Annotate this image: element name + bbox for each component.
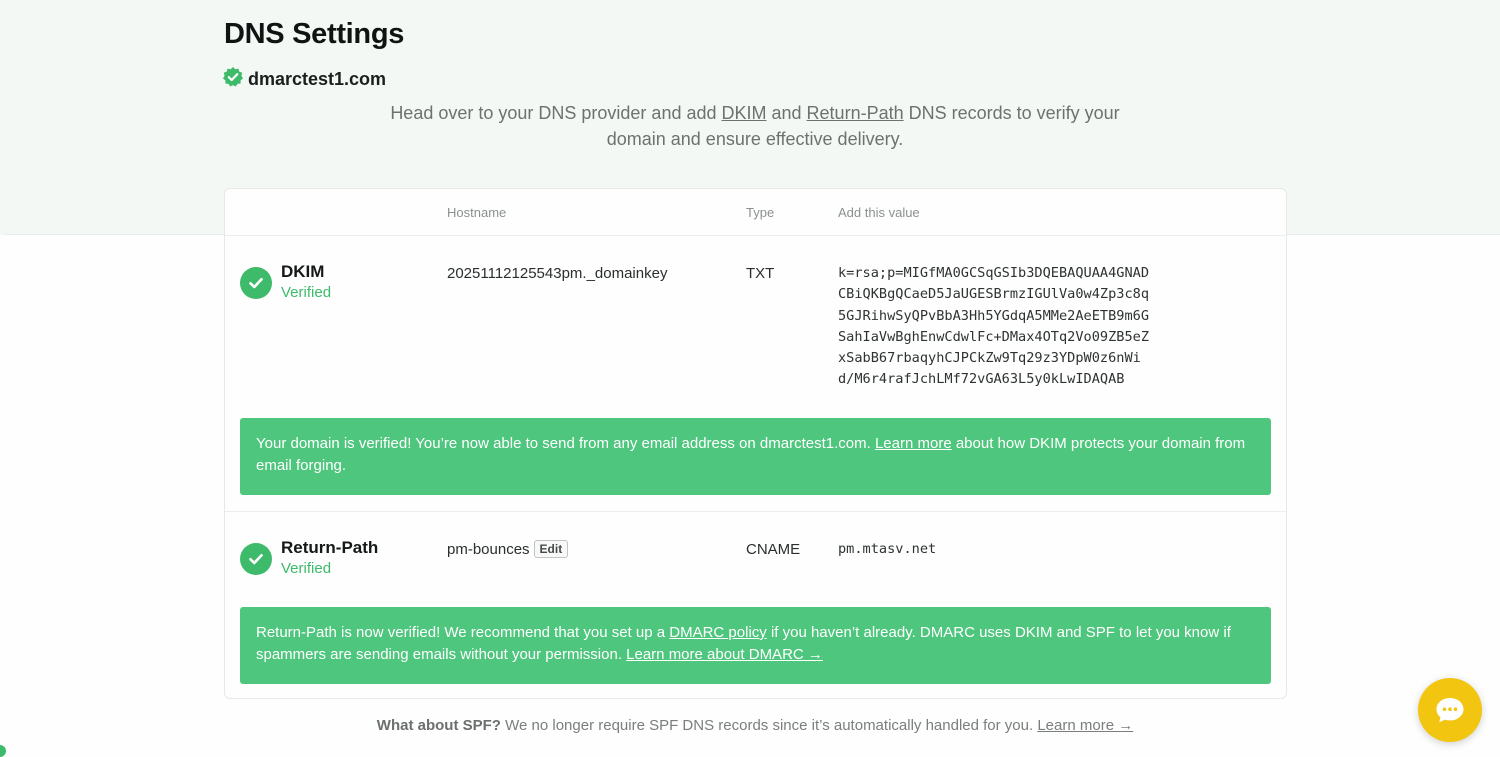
verified-badge-icon: [222, 66, 244, 93]
return-path-check-icon: [240, 543, 272, 575]
dkim-type: TXT: [746, 265, 775, 282]
dkim-value-line: CBiQKBgQCaeD5JaUGESBrmzIGUlVa0w4Zp3c8q: [838, 286, 1149, 303]
dkim-record-name: DKIM: [281, 262, 325, 281]
type-column-header: Type: [746, 205, 775, 220]
spf-note-text: We no longer require SPF DNS records sin…: [500, 717, 1038, 734]
intro-text-part: Head over to your DNS provider and add: [390, 103, 722, 123]
dkim-value[interactable]: k=rsa;p=MIGfMA0GCSqGSIb3DQEBAQUAA4GNAD CB…: [838, 263, 1149, 391]
dkim-verified-banner: Your domain is verified! You’re now able…: [240, 418, 1271, 495]
return-path-value[interactable]: pm.mtasv.net: [838, 539, 936, 560]
intro-text: Head over to your DNS provider and add D…: [380, 100, 1130, 152]
domain-heading: dmarctest1.com: [222, 66, 386, 93]
dkim-value-line: xSabB67rbaqyhCJPCkZw9Tq29z3YDpW0z6nWi: [838, 350, 1141, 367]
intro-text-part: and: [766, 103, 807, 123]
row-divider: [225, 511, 1286, 512]
banner-text: Your domain is verified! You’re now able…: [256, 435, 875, 452]
dkim-value-line: k=rsa;p=MIGfMA0GCSqGSIb3DQEBAQUAA4GNAD: [838, 265, 1149, 281]
dkim-link[interactable]: DKIM: [722, 103, 767, 123]
edit-hostname-button[interactable]: Edit: [533, 540, 569, 558]
spf-question: What about SPF?: [376, 717, 501, 734]
page-title: DNS Settings: [224, 18, 405, 50]
dmarc-policy-link[interactable]: DMARC policy: [669, 624, 767, 641]
dkim-status: Verified: [281, 284, 332, 301]
dns-records-card: Hostname Type Add this value DKIM Verifi…: [224, 188, 1287, 699]
learn-more-dmarc-link[interactable]: Learn more about DMARC →: [626, 646, 823, 663]
header-divider: [225, 235, 1286, 236]
dkim-value-line: SahIaVwBghEnwCdwlFc+DMax4OTq2Vo09ZB5eZ: [838, 328, 1149, 345]
domain-name: dmarctest1.com: [248, 69, 387, 89]
spf-footer-note: What about SPF? We no longer require SPF…: [0, 717, 1500, 734]
dkim-value-line: 5GJRihwSyQPvBbA3Hh5YGdqA5MMe2AeETB9m6G: [838, 307, 1149, 324]
hostname-column-header: Hostname: [447, 205, 507, 220]
dkim-value-line: d/M6r4rafJchLMf72vGA63L5y0kLwIDAQAB: [838, 371, 1125, 388]
corner-indicator: [0, 745, 6, 757]
return-path-verified-banner: Return-Path is now verified! We recommen…: [240, 607, 1271, 684]
dkim-check-icon: [240, 267, 272, 299]
chat-bubble-icon[interactable]: [1418, 678, 1482, 742]
return-path-status: Verified: [281, 560, 332, 577]
value-column-header: Add this value: [838, 205, 920, 220]
return-path-link[interactable]: Return-Path: [807, 103, 904, 123]
spf-learn-more-link[interactable]: Learn more →: [1037, 717, 1133, 734]
banner-text: Return-Path is now verified! We recommen…: [256, 624, 670, 641]
window-edge: [0, 0, 5, 757]
return-path-hostname-cell: pm-bounces Edit: [447, 540, 569, 558]
return-path-record-name: Return-Path: [281, 538, 379, 557]
dkim-hostname[interactable]: 20251112125543pm._domainkey: [447, 265, 667, 282]
return-path-hostname[interactable]: pm-bounces: [447, 541, 530, 558]
dkim-learn-more-link[interactable]: Learn more: [875, 435, 952, 452]
return-path-type: CNAME: [746, 541, 801, 558]
